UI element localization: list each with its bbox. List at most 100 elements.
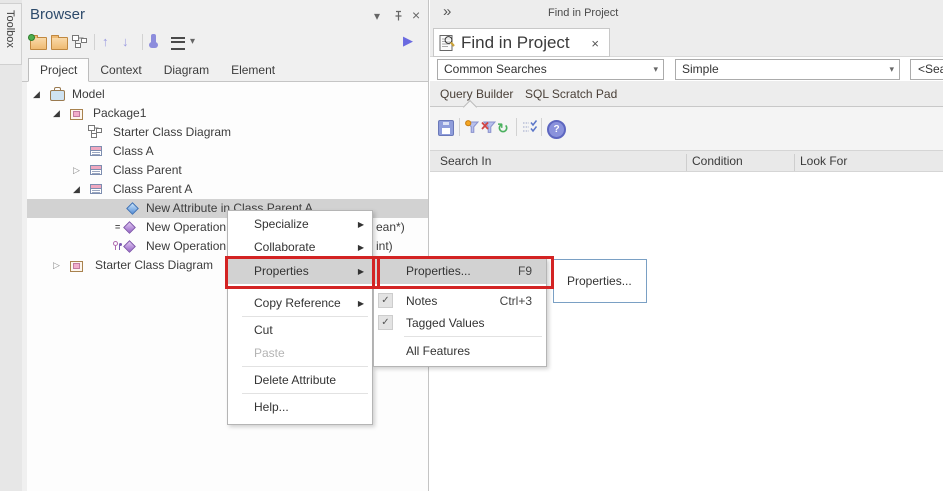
submenu-item-all-features[interactable]: All Features — [374, 340, 546, 362]
help-icon[interactable]: ? — [547, 120, 566, 139]
menu-item-collaborate[interactable]: Collaborate ▶ — [228, 236, 372, 259]
panel-header-strip: » Find in Project — [430, 0, 943, 28]
menu-item-copy-reference[interactable]: Copy Reference ▶ — [228, 292, 372, 315]
menu-item-properties[interactable]: Properties ▶ — [228, 259, 372, 284]
expander-icon[interactable]: ◢ — [33, 85, 40, 104]
search-mode-dropdown[interactable]: Simple ▾ — [675, 59, 900, 80]
expander-icon[interactable]: ◢ — [53, 104, 60, 123]
menu-item-paste: Paste — [228, 342, 372, 365]
new-folder-icon[interactable] — [30, 37, 47, 50]
forward-icon[interactable]: ▶ — [403, 33, 413, 49]
menu-separator — [242, 366, 368, 367]
down-arrow-icon[interactable]: ↓ — [122, 34, 129, 49]
diagram-icon[interactable] — [72, 35, 87, 54]
menu-dropdown-icon[interactable]: ▾ — [190, 36, 195, 47]
checkbox-checked-icon[interactable]: ✓ — [378, 315, 393, 330]
tab-context[interactable]: Context — [89, 59, 152, 81]
tree-item-model[interactable]: ◢ Model — [27, 85, 428, 104]
column-search-in[interactable]: Search In — [440, 154, 491, 168]
tree-item-label: Class Parent A — [113, 180, 192, 199]
submenu-item-properties[interactable]: Properties... F9 — [374, 259, 546, 284]
tree-item-class-a[interactable]: Class A — [27, 142, 428, 161]
menu-separator — [404, 336, 542, 337]
up-arrow-icon[interactable]: ↑ — [102, 34, 109, 49]
menu-item-specialize[interactable]: Specialize ▶ — [228, 213, 372, 236]
column-divider[interactable] — [686, 154, 687, 171]
tree-item-starter-class-diagram[interactable]: Starter Class Diagram — [27, 123, 428, 142]
tree-item-label: New Operation — [146, 218, 226, 237]
expander-icon[interactable]: ◢ — [73, 180, 80, 199]
common-searches-dropdown[interactable]: Common Searches ▾ — [437, 59, 664, 80]
add-filter-icon[interactable] — [465, 120, 480, 139]
submenu-item-tagged-values[interactable]: ✓ Tagged Values — [374, 312, 546, 334]
properties-submenu: Properties... F9 ✓ Notes Ctrl+3 ✓ Tagged… — [373, 258, 547, 367]
search-document-icon — [439, 34, 456, 57]
chevron-down-icon: ▾ — [889, 60, 894, 79]
class-icon — [90, 184, 102, 194]
column-condition[interactable]: Condition — [692, 154, 743, 168]
submenu-arrow-icon: ▶ — [358, 236, 364, 259]
tree-item-label-tail: int) — [376, 237, 393, 256]
model-icon — [50, 90, 65, 101]
panel-dropdown-icon[interactable]: ▾ — [374, 9, 380, 23]
close-icon[interactable]: × — [591, 36, 599, 51]
find-tab-bar: Find in Project × — [430, 27, 943, 57]
refresh-icon[interactable]: ↻ — [497, 120, 509, 136]
remove-filter-icon[interactable] — [481, 120, 496, 139]
checkbox-checked-icon[interactable]: ✓ — [378, 293, 393, 308]
tab-sql-scratch-pad[interactable]: SQL Scratch Pad — [525, 87, 617, 101]
tree-item-class-parent[interactable]: ▷ Class Parent — [27, 161, 428, 180]
menu-item-delete-attribute[interactable]: Delete Attribute — [228, 369, 372, 392]
column-divider[interactable] — [794, 154, 795, 171]
operation-key-icon — [113, 241, 121, 251]
browser-tab-bar: Project Context Diagram Element — [22, 56, 428, 82]
submenu-arrow-icon: ▶ — [358, 292, 364, 315]
class-icon — [90, 146, 102, 156]
save-icon[interactable] — [438, 120, 454, 136]
class-icon — [90, 165, 102, 175]
browser-title: Browser — [30, 6, 85, 23]
tree-item-package1[interactable]: ◢ Package1 — [27, 104, 428, 123]
properties-tooltip: Properties... — [553, 259, 647, 303]
menu-icon[interactable] — [171, 37, 185, 50]
expand-chevrons-icon[interactable]: » — [443, 3, 451, 20]
expander-icon[interactable]: ▷ — [73, 161, 80, 180]
tree-item-label: Starter Class Diagram — [95, 256, 213, 275]
toolbar-separator — [541, 118, 542, 136]
submenu-arrow-icon: ▶ — [358, 259, 364, 284]
context-menu: Specialize ▶ Collaborate ▶ Properties ▶ … — [227, 210, 373, 425]
app-window: Toolbox Browser ▾ × ↑ ↓ ▾ ▶ Projec — [0, 0, 943, 491]
toolbar-separator — [142, 34, 143, 50]
toolbox-label: Toolbox — [4, 10, 16, 48]
tree-item-label: Package1 — [93, 104, 146, 123]
search-term-input[interactable]: <Sea — [910, 59, 943, 80]
tree-item-label: Class A — [113, 142, 154, 161]
toolbar-separator — [459, 118, 460, 136]
tree-item-class-parent-a[interactable]: ◢ Class Parent A — [27, 180, 428, 199]
close-icon[interactable]: × — [412, 7, 420, 23]
tree-item-label: Model — [72, 85, 105, 104]
query-view-tabs: Query Builder SQL Scratch Pad — [430, 81, 943, 107]
tab-diagram[interactable]: Diagram — [153, 59, 220, 81]
tree-item-label: New Operation — [146, 237, 226, 256]
pin-icon[interactable] — [393, 9, 404, 27]
toolbox-strip: Toolbox — [0, 0, 23, 491]
menu-item-help[interactable]: Help... — [228, 396, 372, 419]
pointer-icon[interactable] — [151, 34, 156, 44]
chevron-down-icon: ▾ — [653, 60, 658, 79]
tab-project[interactable]: Project — [28, 58, 89, 82]
tab-find-in-project[interactable]: Find in Project × — [433, 28, 610, 57]
folder-icon[interactable] — [51, 37, 68, 50]
menu-item-cut[interactable]: Cut — [228, 319, 372, 342]
package-icon — [70, 109, 83, 120]
toolbox-tab[interactable]: Toolbox — [0, 3, 22, 65]
find-toolbar: ↻ ? — [430, 107, 943, 150]
submenu-item-notes[interactable]: ✓ Notes Ctrl+3 — [374, 290, 546, 312]
checklist-icon[interactable] — [522, 120, 539, 139]
column-look-for[interactable]: Look For — [800, 154, 847, 168]
tab-query-builder[interactable]: Query Builder — [440, 87, 513, 101]
expander-icon[interactable]: ▷ — [53, 256, 60, 275]
tab-element[interactable]: Element — [220, 59, 286, 81]
shortcut-label: Ctrl+3 — [500, 290, 532, 312]
tree-item-label: Class Parent — [113, 161, 182, 180]
